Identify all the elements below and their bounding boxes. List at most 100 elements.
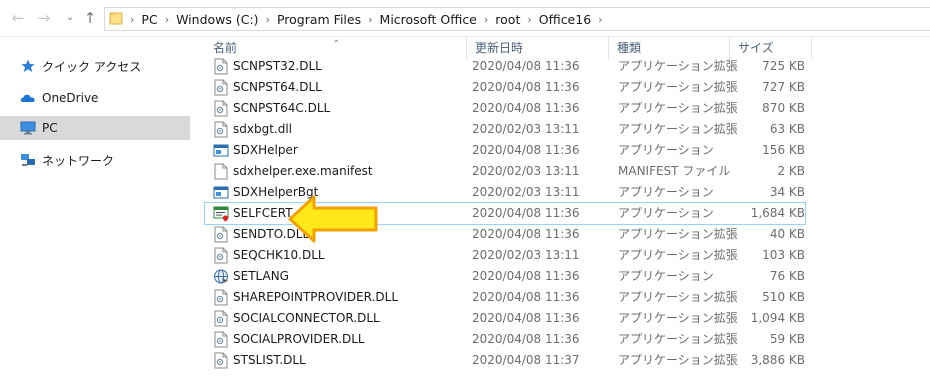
file-type: アプリケーション — [618, 206, 714, 220]
address-bar[interactable]: › PC › Windows (C:) › Program Files › Microsoft… — [104, 7, 930, 31]
file-date: 2020/04/08 11:36 — [472, 269, 580, 283]
file-name: SELFCERT — [233, 206, 293, 220]
address-bar-area: ← → ⌄ ↑ › PC › Windows (C:) › Program Files › M… — [0, 0, 930, 37]
file-size: 510 KB — [762, 290, 805, 304]
file-name: SCNPST32.DLL — [233, 59, 322, 73]
column-header-label: 更新日時 — [475, 41, 524, 55]
file-name: sdxhelper.exe.manifest — [233, 164, 373, 178]
dll-icon — [213, 226, 229, 243]
file-size: 34 KB — [769, 185, 805, 199]
nav-item-pc[interactable]: PC — [0, 116, 190, 140]
file-size: 870 KB — [762, 101, 805, 115]
nav-item-onedrive[interactable]: OneDrive — [0, 86, 190, 110]
file-date: 2020/04/08 11:36 — [472, 101, 580, 115]
file-size: 156 KB — [762, 143, 805, 157]
nav-item-label: PC — [42, 121, 58, 135]
dll-icon — [213, 331, 229, 348]
recent-locations-chevron-icon[interactable]: ⌄ — [60, 8, 80, 28]
file-size: 76 KB — [769, 269, 805, 283]
file-row[interactable]: STSLIST.DLL 2020/04/08 11:37 アプリケーション拡張 3,8… — [205, 350, 805, 371]
file-row[interactable]: SCNPST64.DLL 2020/04/08 11:36 アプリケーション拡張 72… — [205, 77, 805, 98]
file-row[interactable]: SHAREPOINTPROVIDER.DLL 2020/04/08 11:36 アプ… — [205, 287, 805, 308]
breadcrumb-item[interactable]: Program Files — [271, 12, 367, 27]
file-date: 2020/02/03 13:11 — [472, 164, 580, 178]
file-size: 1,094 KB — [750, 311, 805, 325]
file-date: 2020/04/08 11:37 — [472, 353, 580, 367]
breadcrumb-separator-icon[interactable]: › — [597, 13, 603, 26]
star-icon — [21, 59, 35, 72]
nav-item-label: ネットワーク — [42, 153, 115, 168]
file-size: 59 KB — [769, 332, 805, 346]
file-type: アプリケーション — [618, 143, 714, 157]
nav-item-network[interactable]: ネットワーク — [0, 148, 190, 172]
file-icon — [213, 163, 229, 180]
file-size: 103 KB — [762, 248, 805, 262]
annotation-arrow-icon — [288, 195, 378, 243]
file-date: 2020/04/08 11:36 — [472, 206, 580, 220]
sort-ascending-icon: ⌃ — [332, 39, 341, 50]
file-name: STSLIST.DLL — [233, 353, 306, 367]
back-arrow-icon[interactable]: ← — [8, 8, 28, 28]
file-size: 3,886 KB — [750, 353, 805, 367]
file-type: アプリケーション — [618, 269, 714, 283]
app-icon — [213, 184, 229, 201]
network-icon — [21, 154, 35, 166]
file-row[interactable]: SCNPST32.DLL 2020/04/08 11:36 アプリケーション拡張 72… — [205, 56, 805, 77]
dll-icon — [213, 121, 229, 138]
file-row[interactable]: sdxhelper.exe.manifest 2020/02/03 13:11 MA… — [205, 161, 805, 182]
breadcrumb-item[interactable]: Microsoft Office — [374, 12, 483, 27]
dll-icon — [213, 247, 229, 264]
file-size: 1,684 KB — [750, 206, 805, 220]
file-name: sdxbgt.dll — [233, 122, 293, 136]
up-arrow-icon[interactable]: ↑ — [80, 8, 100, 28]
dll-icon — [213, 100, 229, 117]
file-name: SHAREPOINTPROVIDER.DLL — [233, 290, 399, 304]
dll-icon — [213, 58, 229, 75]
file-date: 2020/04/08 11:36 — [472, 290, 580, 304]
file-row[interactable]: SETLANG 2020/04/08 11:36 アプリケーション 76 KB — [205, 266, 805, 287]
file-name: SOCIALCONNECTOR.DLL — [233, 311, 380, 325]
file-date: 2020/04/08 11:36 — [472, 80, 580, 94]
app-icon — [213, 142, 229, 159]
nav-item-label: クイック アクセス — [42, 59, 142, 74]
computer-icon — [20, 121, 36, 135]
navigation-pane: クイック アクセス OneDrive PC ネットワーク — [0, 36, 190, 380]
file-row[interactable]: SOCIALCONNECTOR.DLL 2020/04/08 11:36 アプリケー… — [205, 308, 805, 329]
file-date: 2020/02/03 13:11 — [472, 122, 580, 136]
dll-icon — [213, 289, 229, 306]
file-size: 727 KB — [762, 80, 805, 94]
file-date: 2020/04/08 11:36 — [472, 311, 580, 325]
breadcrumb-item[interactable]: root — [489, 12, 526, 27]
dll-icon — [213, 352, 229, 369]
column-header-label: 名前 — [213, 41, 238, 55]
file-name: SETLANG — [233, 269, 289, 283]
folder-icon — [109, 12, 123, 25]
certificate-icon — [213, 205, 229, 222]
breadcrumb-item[interactable]: Office16 — [533, 12, 597, 27]
file-name: SCNPST64C.DLL — [233, 101, 331, 115]
file-name: SEQCHK10.DLL — [233, 248, 325, 262]
breadcrumb-item[interactable]: PC — [135, 12, 163, 27]
cloud-icon — [20, 94, 35, 102]
file-row[interactable]: sdxbgt.dll 2020/02/03 13:11 アプリケーション拡張 63 K… — [205, 119, 805, 140]
file-size: 725 KB — [762, 59, 805, 73]
file-row[interactable]: SDXHelper 2020/04/08 11:36 アプリケーション 156 KB — [205, 140, 805, 161]
forward-arrow-icon[interactable]: → — [34, 8, 54, 28]
file-date: 2020/04/08 11:36 — [472, 332, 580, 346]
file-date: 2020/02/03 13:11 — [472, 185, 580, 199]
file-date: 2020/02/03 13:11 — [472, 248, 580, 262]
file-size: 40 KB — [769, 227, 805, 241]
file-row[interactable]: SOCIALPROVIDER.DLL 2020/04/08 11:36 アプリケーシ… — [205, 329, 805, 350]
column-header-label: サイズ — [738, 41, 774, 55]
globe-icon — [213, 268, 229, 285]
nav-item-label: OneDrive — [42, 91, 99, 105]
breadcrumb: › PC › Windows (C:) › Program Files › Microsoft… — [129, 8, 604, 30]
nav-item-quick-access[interactable]: クイック アクセス — [0, 54, 190, 78]
breadcrumb-item[interactable]: Windows (C:) — [170, 12, 264, 27]
file-name: SOCIALPROVIDER.DLL — [233, 332, 365, 346]
file-row[interactable]: SCNPST64C.DLL 2020/04/08 11:36 アプリケーション拡張 8… — [205, 98, 805, 119]
file-row[interactable]: SEQCHK10.DLL 2020/02/03 13:11 アプリケーション拡張 10… — [205, 245, 805, 266]
file-date: 2020/04/08 11:36 — [472, 59, 580, 73]
file-name: SCNPST64.DLL — [233, 80, 322, 94]
dll-icon — [213, 79, 229, 96]
